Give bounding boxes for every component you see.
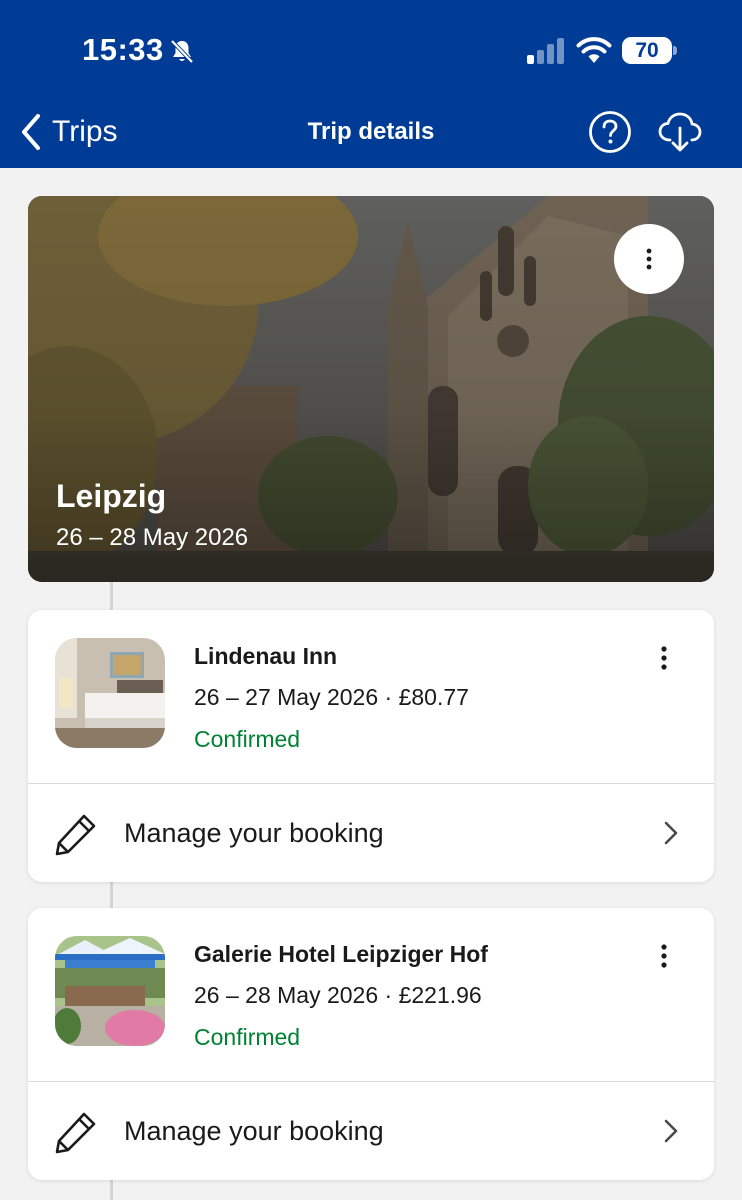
destination-name: Leipzig bbox=[56, 478, 167, 514]
destination-more-button[interactable] bbox=[614, 224, 684, 294]
manage-booking-label: Manage your booking bbox=[124, 818, 384, 848]
pencil-icon bbox=[55, 1112, 96, 1154]
booking-card: Galerie Hotel Leipziger Hof 26 – 28 May … bbox=[28, 908, 714, 1180]
battery-icon: 70 bbox=[622, 37, 677, 64]
more-vertical-icon bbox=[661, 646, 667, 670]
hotel-name[interactable]: Galerie Hotel Leipziger Hof bbox=[194, 941, 488, 968]
bell-slash-icon bbox=[170, 39, 194, 64]
more-vertical-icon bbox=[661, 944, 667, 968]
more-vertical-icon bbox=[646, 248, 652, 270]
booking-more-button[interactable] bbox=[648, 940, 680, 972]
help-icon[interactable] bbox=[588, 110, 632, 154]
manage-booking-button[interactable]: Manage your booking bbox=[28, 1082, 714, 1180]
manage-booking-label: Manage your booking bbox=[124, 1116, 384, 1146]
destination-dates: 26 – 28 May 2026 bbox=[56, 524, 249, 551]
booking-dates-price: 26 – 27 May 2026 · £80.77 bbox=[194, 684, 469, 710]
chevron-right-icon bbox=[664, 1119, 678, 1143]
hotel-photo[interactable] bbox=[55, 638, 165, 748]
battery-level: 70 bbox=[622, 37, 672, 64]
booking-dates-price: 26 – 28 May 2026 · £221.96 bbox=[194, 982, 482, 1008]
pencil-icon bbox=[55, 814, 96, 856]
booking-more-button[interactable] bbox=[648, 642, 680, 674]
cloud-download-icon[interactable] bbox=[656, 108, 704, 156]
booking-card: Lindenau Inn 26 – 27 May 2026 · £80.77 C… bbox=[28, 610, 714, 882]
app-header: 15:33 70 Trips Trip details bbox=[0, 0, 742, 168]
hotel-name[interactable]: Lindenau Inn bbox=[194, 643, 337, 670]
battery-cap bbox=[673, 46, 677, 55]
booking-status: Confirmed bbox=[194, 726, 301, 752]
status-time: 15:33 bbox=[82, 32, 164, 67]
booking-status: Confirmed bbox=[194, 1024, 301, 1050]
wifi-icon bbox=[576, 37, 612, 63]
chevron-right-icon bbox=[664, 821, 678, 845]
manage-booking-button[interactable]: Manage your booking bbox=[28, 784, 714, 882]
cellular-signal-icon bbox=[527, 38, 564, 64]
hotel-photo[interactable] bbox=[55, 936, 165, 1046]
